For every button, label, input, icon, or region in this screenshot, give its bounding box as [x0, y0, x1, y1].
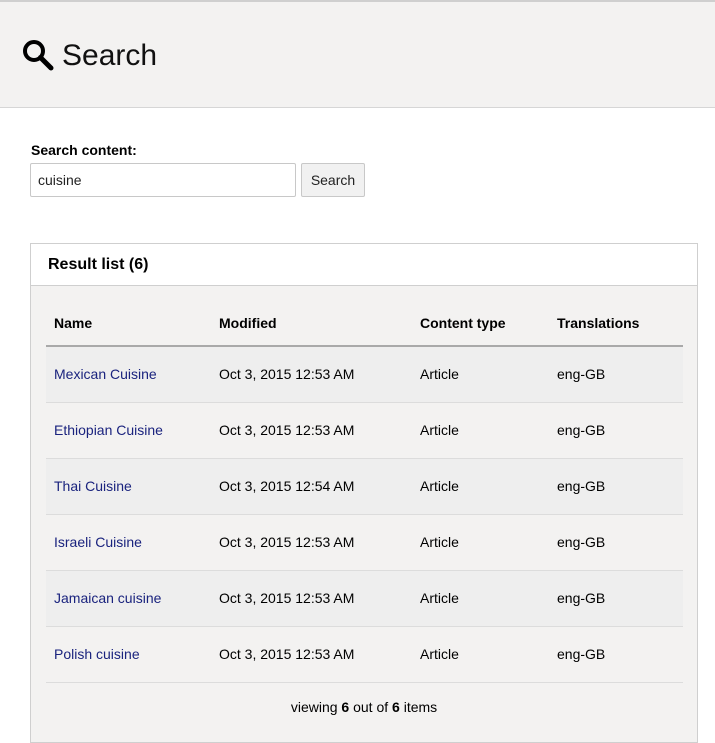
cell-name: Israeli Cuisine: [46, 514, 211, 571]
pager-prefix: viewing: [290, 699, 338, 715]
cell-name: Polish cuisine: [46, 626, 211, 683]
result-panel: Result list (6) Name Modified Content ty…: [30, 243, 698, 743]
cell-name: Ethiopian Cuisine: [46, 402, 211, 459]
cell-translations: eng-GB: [549, 346, 683, 403]
cell-modified: Oct 3, 2015 12:53 AM: [211, 402, 412, 459]
table-row: Jamaican cuisine Oct 3, 2015 12:53 AM Ar…: [46, 570, 683, 627]
table-row: Polish cuisine Oct 3, 2015 12:53 AM Arti…: [46, 626, 683, 683]
cell-translations: eng-GB: [549, 514, 683, 571]
column-header-content-type[interactable]: Content type: [412, 300, 549, 347]
table-row: Thai Cuisine Oct 3, 2015 12:54 AM Articl…: [46, 458, 683, 515]
pager-suffix: items: [403, 699, 438, 715]
cell-content-type: Article: [412, 514, 549, 571]
search-content-label: Search content:: [31, 142, 137, 158]
cell-translations: eng-GB: [549, 570, 683, 627]
content-link[interactable]: Israeli Cuisine: [54, 534, 142, 550]
cell-name: Thai Cuisine: [46, 458, 211, 515]
pagination-summary: viewing 6 out of 6 items: [31, 699, 697, 715]
search-input[interactable]: [30, 163, 296, 197]
page-header: Search: [0, 2, 715, 108]
cell-content-type: Article: [412, 402, 549, 459]
result-list-title: Result list (6): [48, 256, 149, 273]
table-row: Israeli Cuisine Oct 3, 2015 12:53 AM Art…: [46, 514, 683, 571]
table-row: Mexican Cuisine Oct 3, 2015 12:53 AM Art…: [46, 346, 683, 403]
cell-modified: Oct 3, 2015 12:53 AM: [211, 570, 412, 627]
table-row: Ethiopian Cuisine Oct 3, 2015 12:53 AM A…: [46, 402, 683, 459]
content-link[interactable]: Polish cuisine: [54, 646, 140, 662]
pager-total-count: 6: [392, 699, 400, 715]
cell-modified: Oct 3, 2015 12:53 AM: [211, 346, 412, 403]
pager-middle: out of: [353, 699, 389, 715]
result-list-heading: Result list (6): [31, 244, 697, 286]
column-header-modified[interactable]: Modified: [211, 300, 412, 347]
cell-modified: Oct 3, 2015 12:54 AM: [211, 458, 412, 515]
cell-modified: Oct 3, 2015 12:53 AM: [211, 514, 412, 571]
content-link[interactable]: Jamaican cuisine: [54, 590, 161, 606]
cell-content-type: Article: [412, 626, 549, 683]
cell-name: Mexican Cuisine: [46, 346, 211, 403]
cell-content-type: Article: [412, 458, 549, 515]
table-header-row: Name Modified Content type Translations: [46, 300, 683, 347]
page-title: Search: [62, 39, 158, 72]
results-table: Name Modified Content type Translations …: [46, 300, 683, 683]
cell-content-type: Article: [412, 570, 549, 627]
column-header-translations[interactable]: Translations: [549, 300, 683, 347]
cell-content-type: Article: [412, 346, 549, 403]
pager-shown-count: 6: [341, 699, 350, 715]
cell-modified: Oct 3, 2015 12:53 AM: [211, 626, 412, 683]
search-button[interactable]: Search: [301, 163, 365, 197]
content-link[interactable]: Thai Cuisine: [54, 478, 132, 494]
content-link[interactable]: Ethiopian Cuisine: [54, 422, 163, 438]
column-header-name[interactable]: Name: [46, 300, 211, 347]
cell-name: Jamaican cuisine: [46, 570, 211, 627]
search-icon: [23, 40, 54, 71]
cell-translations: eng-GB: [549, 626, 683, 683]
content-link[interactable]: Mexican Cuisine: [54, 366, 157, 382]
cell-translations: eng-GB: [549, 402, 683, 459]
cell-translations: eng-GB: [549, 458, 683, 515]
